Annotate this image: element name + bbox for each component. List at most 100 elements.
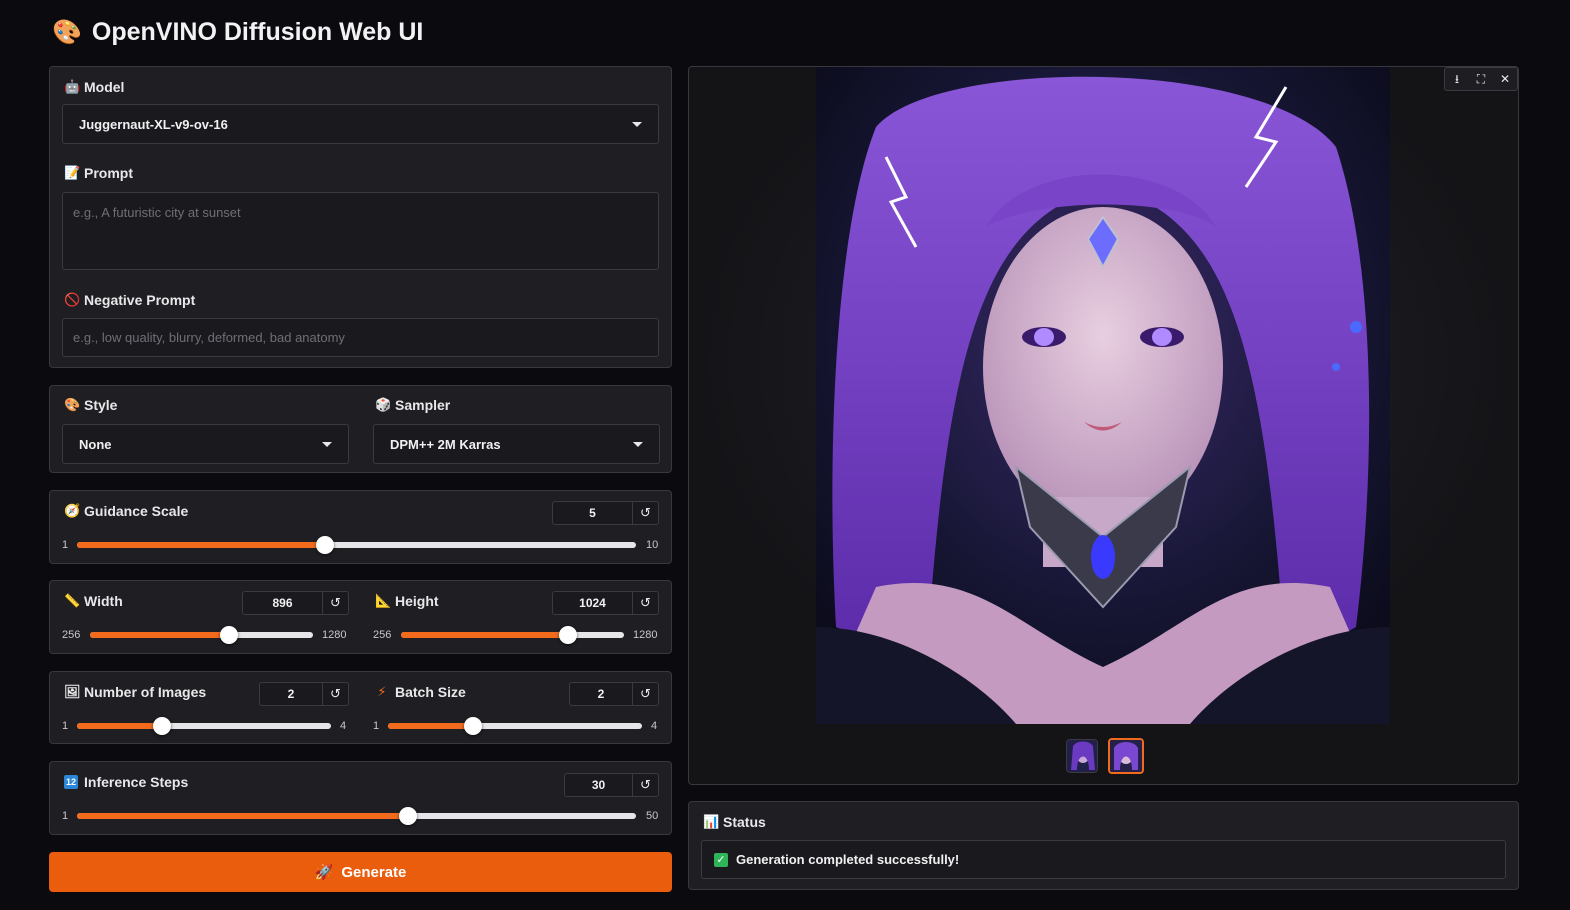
width-reset-button[interactable]: ↺ bbox=[322, 592, 348, 614]
num-images-label-text: Number of Images bbox=[84, 684, 207, 700]
gallery-toolbar: ⭳ ⛶ ✕ bbox=[1444, 67, 1518, 91]
batch-size-max: 4 bbox=[651, 720, 658, 732]
fullscreen-icon[interactable]: ⛶ bbox=[1469, 68, 1493, 90]
width-slider[interactable] bbox=[90, 626, 313, 644]
generate-button-label: Generate bbox=[341, 863, 407, 881]
guidance-scale-reset-button[interactable]: ↺ bbox=[632, 502, 658, 524]
inference-steps-label: 12 Inference Steps bbox=[64, 774, 188, 790]
num-images-slider[interactable] bbox=[77, 717, 331, 735]
gallery-thumbnail-selected[interactable] bbox=[1108, 738, 1144, 774]
slider-thumb[interactable] bbox=[398, 807, 417, 825]
style-label-text: Style bbox=[84, 397, 118, 413]
prompt-input[interactable]: e.g., A futuristic city at sunset bbox=[62, 192, 659, 270]
thumbnail-art bbox=[1067, 740, 1097, 772]
guidance-scale-panel: 🧭 Guidance Scale 5 ↺ 1 10 bbox=[49, 490, 672, 564]
slider-thumb[interactable] bbox=[559, 626, 578, 644]
picture-icon: 🖼 bbox=[64, 684, 81, 699]
guidance-scale-min: 1 bbox=[62, 539, 69, 551]
thumbnail-art bbox=[1110, 740, 1142, 772]
palette-icon: 🎨 bbox=[64, 397, 81, 412]
check-icon: ✓ bbox=[714, 852, 728, 867]
dice-icon: 🎲 bbox=[375, 397, 392, 412]
batch-size-number[interactable]: 2 ↺ bbox=[569, 682, 659, 706]
width-number[interactable]: 896 ↺ bbox=[242, 591, 349, 615]
status-label-text: Status bbox=[723, 814, 766, 830]
inference-steps-panel: 12 Inference Steps 30 ↺ 1 50 bbox=[49, 761, 672, 835]
palette-icon: 🎨 bbox=[52, 19, 82, 46]
height-value[interactable]: 1024 bbox=[553, 592, 632, 614]
inference-steps-number[interactable]: 30 ↺ bbox=[564, 773, 659, 797]
negative-prompt-placeholder: e.g., low quality, blurry, deformed, bad… bbox=[73, 330, 345, 345]
model-label: 🤖 Model bbox=[64, 79, 124, 95]
width-label-text: Width bbox=[84, 593, 123, 609]
batch-size-min: 1 bbox=[373, 720, 380, 732]
width-max: 1280 bbox=[322, 629, 347, 641]
num-images-reset-button[interactable]: ↺ bbox=[322, 683, 348, 705]
height-number[interactable]: 1024 ↺ bbox=[552, 591, 659, 615]
generated-image-art bbox=[816, 67, 1390, 724]
prompt-placeholder: e.g., A futuristic city at sunset bbox=[73, 205, 241, 220]
guidance-scale-max: 10 bbox=[646, 539, 659, 551]
rocket-icon: 🚀 bbox=[314, 864, 334, 881]
batch-size-label-text: Batch Size bbox=[395, 684, 466, 700]
guidance-scale-slider[interactable] bbox=[77, 536, 636, 554]
slider-thumb[interactable] bbox=[220, 626, 239, 644]
height-max: 1280 bbox=[633, 629, 658, 641]
download-icon[interactable]: ⭳ bbox=[1445, 68, 1469, 90]
negative-prompt-label: 🚫 Negative Prompt bbox=[64, 292, 195, 308]
prompt-panel: 🤖 Model Juggernaut-XL-v9-ov-16 📝 Prompt … bbox=[49, 66, 672, 368]
negative-prompt-input[interactable]: e.g., low quality, blurry, deformed, bad… bbox=[62, 318, 659, 357]
negative-prompt-label-text: Negative Prompt bbox=[84, 292, 196, 308]
style-dropdown[interactable]: None bbox=[62, 424, 349, 464]
gallery-thumbnail[interactable] bbox=[1066, 739, 1098, 773]
inference-steps-reset-button[interactable]: ↺ bbox=[632, 774, 658, 796]
height-label-text: Height bbox=[395, 593, 439, 609]
batch-size-slider[interactable] bbox=[388, 717, 642, 735]
model-label-text: Model bbox=[84, 79, 125, 95]
page-title-text: OpenVINO Diffusion Web UI bbox=[91, 18, 424, 46]
images-batch-panel: 🖼 Number of Images 2 ↺ 1 4 ⚡ Batch Size … bbox=[49, 671, 672, 744]
inference-steps-label-text: Inference Steps bbox=[84, 774, 189, 790]
guidance-scale-label-text: Guidance Scale bbox=[84, 503, 189, 519]
height-reset-button[interactable]: ↺ bbox=[632, 592, 658, 614]
generated-image[interactable] bbox=[816, 67, 1390, 724]
batch-size-value[interactable]: 2 bbox=[570, 683, 632, 705]
num-images-value[interactable]: 2 bbox=[260, 683, 322, 705]
prohibited-icon: 🚫 bbox=[64, 292, 81, 307]
model-dropdown[interactable]: Juggernaut-XL-v9-ov-16 bbox=[62, 104, 659, 144]
num-images-min: 1 bbox=[62, 720, 69, 732]
num-images-number[interactable]: 2 ↺ bbox=[259, 682, 349, 706]
batch-size-reset-button[interactable]: ↺ bbox=[632, 683, 658, 705]
status-label: 📊 Status bbox=[703, 814, 766, 830]
close-icon[interactable]: ✕ bbox=[1493, 68, 1517, 90]
style-value: None bbox=[79, 436, 112, 452]
numbers-icon: 12 bbox=[64, 775, 78, 789]
prompt-label-text: Prompt bbox=[84, 165, 133, 181]
width-min: 256 bbox=[62, 629, 81, 641]
width-value[interactable]: 896 bbox=[243, 592, 322, 614]
height-slider[interactable] bbox=[401, 626, 624, 644]
slider-thumb[interactable] bbox=[463, 717, 482, 735]
guidance-scale-number[interactable]: 5 ↺ bbox=[552, 501, 659, 525]
page-title: 🎨 OpenVINO Diffusion Web UI bbox=[52, 18, 423, 47]
slider-thumb[interactable] bbox=[316, 536, 335, 554]
chevron-down-icon bbox=[633, 441, 643, 447]
style-sampler-panel: 🎨 Style None 🎲 Sampler DPM++ 2M Karras bbox=[49, 385, 672, 473]
prompt-label: 📝 Prompt bbox=[64, 165, 133, 181]
image-gallery: ⭳ ⛶ ✕ bbox=[688, 66, 1519, 785]
sampler-dropdown[interactable]: DPM++ 2M Karras bbox=[373, 424, 660, 464]
num-images-max: 4 bbox=[340, 720, 347, 732]
num-images-label: 🖼 Number of Images bbox=[64, 684, 206, 700]
sampler-label-text: Sampler bbox=[395, 397, 451, 413]
guidance-scale-value[interactable]: 5 bbox=[553, 502, 632, 524]
lightning-icon: ⚡ bbox=[377, 684, 387, 699]
dimensions-panel: 📏 Width 896 ↺ 256 1280 📐 Height 1024 ↺ 2… bbox=[49, 580, 672, 654]
batch-size-label: ⚡ Batch Size bbox=[375, 684, 466, 700]
height-min: 256 bbox=[373, 629, 392, 641]
slider-thumb[interactable] bbox=[152, 717, 171, 735]
memo-icon: 📝 bbox=[64, 165, 81, 180]
height-label: 📐 Height bbox=[375, 593, 439, 609]
generate-button[interactable]: 🚀 Generate bbox=[49, 852, 672, 892]
inference-steps-slider[interactable] bbox=[77, 807, 636, 825]
inference-steps-value[interactable]: 30 bbox=[565, 774, 632, 796]
